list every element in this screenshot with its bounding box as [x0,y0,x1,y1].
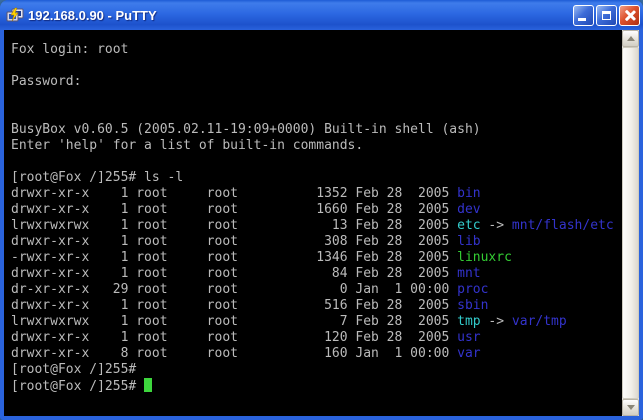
terminal-line: Fox login: root [11,42,622,58]
terminal-line: drwxr-xr-x 1 root root 120 Feb 28 2005 u… [11,330,622,346]
terminal-line: [root@Fox /]255# ls -l [11,170,622,186]
terminal-line: drwxr-xr-x 1 root root 516 Feb 28 2005 s… [11,298,622,314]
terminal-line: drwxr-xr-x 1 root root 1352 Feb 28 2005 … [11,186,622,202]
close-button[interactable] [619,5,640,26]
window-title: 192.168.0.90 - PuTTY [28,8,573,23]
putty-window: 192.168.0.90 - PuTTY Fox login: root Pass… [0,0,643,420]
terminal-line: BusyBox v0.60.5 (2005.02.11-19:09+0000) … [11,122,622,138]
title-bar[interactable]: 192.168.0.90 - PuTTY [0,0,643,30]
terminal-screen[interactable]: Fox login: root Password: BusyBox v0.60.5 … [4,30,622,416]
terminal-line [11,154,622,170]
terminal-line [11,58,622,74]
close-icon [624,10,635,21]
maximize-button[interactable] [596,5,617,26]
putty-app-icon [6,7,24,23]
terminal-line [11,106,622,122]
terminal-line: dr-xr-xr-x 29 root root 0 Jan 1 00:00 pr… [11,282,622,298]
scrollbar-track[interactable] [622,47,639,399]
terminal-line: Enter 'help' for a list of built-in comm… [11,138,622,154]
minimize-button[interactable] [573,5,594,26]
terminal-line: -rwxr-xr-x 1 root root 1346 Feb 28 2005 … [11,250,622,266]
terminal-line: lrwxrwxrwx 1 root root 13 Feb 28 2005 et… [11,218,622,234]
terminal-line: [root@Fox /]255# [11,378,622,394]
terminal-line [11,90,622,106]
arrow-down-icon [627,405,635,410]
terminal-line: drwxr-xr-x 1 root root 84 Feb 28 2005 mn… [11,266,622,282]
window-buttons [573,5,640,26]
terminal-line: Password: [11,74,622,90]
minimize-icon [578,18,586,21]
arrow-up-icon [627,36,635,41]
terminal-line: lrwxrwxrwx 1 root root 7 Feb 28 2005 tmp… [11,314,622,330]
terminal-line: [root@Fox /]255# [11,362,622,378]
terminal-line: drwxr-xr-x 8 root root 160 Jan 1 00:00 v… [11,346,622,362]
terminal-line: drwxr-xr-x 1 root root 308 Feb 28 2005 l… [11,234,622,250]
maximize-icon [602,11,611,20]
terminal-line: drwxr-xr-x 1 root root 1660 Feb 28 2005 … [11,202,622,218]
terminal-cursor [144,378,152,392]
scrollbar-thumb[interactable] [622,47,639,399]
scroll-up-button[interactable] [622,30,639,47]
window-client-area: Fox login: root Password: BusyBox v0.60.5 … [4,30,639,416]
scrollbar[interactable] [622,30,639,416]
scroll-down-button[interactable] [622,399,639,416]
